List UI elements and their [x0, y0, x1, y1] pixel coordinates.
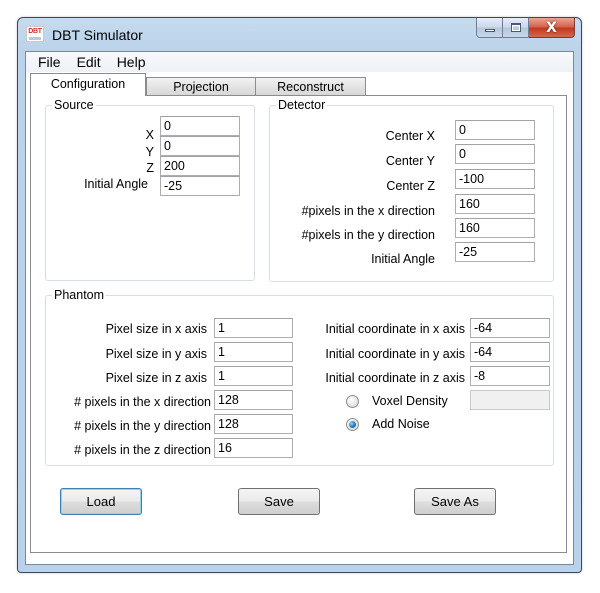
source-z-label: Z: [146, 161, 154, 175]
initial-coord-x-input[interactable]: [470, 318, 550, 338]
phantom-group: Phantom Pixel size in x axis Pixel size …: [45, 288, 554, 466]
initial-coord-y-input[interactable]: [470, 342, 550, 362]
initial-coord-x-label: Initial coordinate in x axis: [325, 322, 465, 336]
detector-center-z-label: Center Z: [386, 179, 435, 193]
menu-edit[interactable]: Edit: [71, 52, 107, 72]
pixel-size-x-label: Pixel size in x axis: [105, 322, 207, 336]
caption-buttons: X: [476, 18, 575, 38]
detector-center-y-input[interactable]: [455, 144, 535, 164]
detector-pixels-y-label: #pixels in the y direction: [301, 228, 435, 242]
client-area: File Edit Help Configuration Projection …: [25, 51, 574, 565]
source-initial-angle-input[interactable]: [160, 176, 240, 196]
initial-coord-z-input[interactable]: [470, 366, 550, 386]
detector-pixels-y-input[interactable]: [455, 218, 535, 238]
close-button[interactable]: X: [529, 18, 575, 38]
source-x-label: X: [145, 128, 154, 142]
add-noise-radio[interactable]: [346, 418, 359, 431]
save-button[interactable]: Save: [238, 488, 320, 515]
detector-center-x-input[interactable]: [455, 120, 535, 140]
detector-group: Detector Center X Center Y Center Z #pix…: [269, 98, 554, 282]
pixel-size-x-input[interactable]: [214, 318, 293, 338]
source-y-label: Y: [145, 145, 154, 159]
menu-file[interactable]: File: [32, 52, 67, 72]
maximize-icon: [510, 23, 521, 32]
detector-pixels-x-input[interactable]: [455, 194, 535, 214]
voxel-density-label[interactable]: Voxel Density: [372, 394, 448, 408]
detector-initial-angle-label: Initial Angle: [371, 252, 435, 266]
phantom-pixels-x-input[interactable]: [214, 390, 293, 410]
detector-center-x-label: Center X: [385, 129, 435, 143]
voxel-density-radio[interactable]: [346, 395, 359, 408]
close-icon: X: [546, 19, 557, 36]
source-x-input[interactable]: [160, 116, 240, 136]
tab-strip: Configuration Projection Reconstruct: [30, 73, 570, 96]
tab-reconstruct[interactable]: Reconstruct: [256, 77, 366, 96]
window-title: DBT Simulator: [52, 27, 143, 43]
source-group: Source X Y Z Initial Angle: [45, 98, 255, 281]
pixel-size-y-input[interactable]: [214, 342, 293, 362]
detector-center-y-label: Center Y: [385, 154, 435, 168]
configuration-page: Source X Y Z Initial Angle Detector Cent…: [30, 95, 567, 553]
phantom-pixels-x-label: # pixels in the x direction: [74, 395, 211, 409]
detector-center-z-input[interactable]: [455, 169, 535, 189]
menu-bar: File Edit Help: [26, 52, 573, 72]
save-as-button[interactable]: Save As: [414, 488, 496, 515]
add-noise-label[interactable]: Add Noise: [372, 417, 430, 431]
phantom-group-title: Phantom: [52, 288, 107, 302]
phantom-pixels-z-input[interactable]: [214, 438, 293, 458]
initial-coord-y-label: Initial coordinate in y axis: [325, 347, 465, 361]
maximize-button[interactable]: [503, 18, 529, 38]
tab-projection[interactable]: Projection: [146, 77, 256, 96]
voxel-density-input[interactable]: [470, 390, 550, 410]
phantom-pixels-z-label: # pixels in the z direction: [74, 443, 211, 457]
menu-help[interactable]: Help: [111, 52, 152, 72]
phantom-pixels-y-input[interactable]: [214, 414, 293, 434]
detector-group-title: Detector: [276, 98, 328, 112]
source-initial-angle-label: Initial Angle: [84, 177, 148, 191]
initial-coord-z-label: Initial coordinate in z axis: [325, 371, 465, 385]
detector-initial-angle-input[interactable]: [455, 242, 535, 262]
title-bar[interactable]: DBT DBT Simulator X: [18, 18, 581, 52]
source-z-input[interactable]: [160, 156, 240, 176]
pixel-size-z-label: Pixel size in z axis: [105, 371, 207, 385]
source-y-input[interactable]: [160, 136, 240, 156]
load-button[interactable]: Load: [60, 488, 142, 515]
source-group-title: Source: [52, 98, 96, 112]
dbt-app-icon: DBT: [26, 26, 44, 42]
pixel-size-z-input[interactable]: [214, 366, 293, 386]
minimize-icon: [484, 29, 495, 32]
pixel-size-y-label: Pixel size in y axis: [105, 347, 207, 361]
detector-pixels-x-label: #pixels in the x direction: [301, 204, 435, 218]
tab-configuration[interactable]: Configuration: [30, 73, 146, 96]
app-window: DBT DBT Simulator X File Edit Help Confi…: [17, 17, 582, 573]
minimize-button[interactable]: [476, 18, 503, 38]
phantom-pixels-y-label: # pixels in the y direction: [74, 419, 211, 433]
